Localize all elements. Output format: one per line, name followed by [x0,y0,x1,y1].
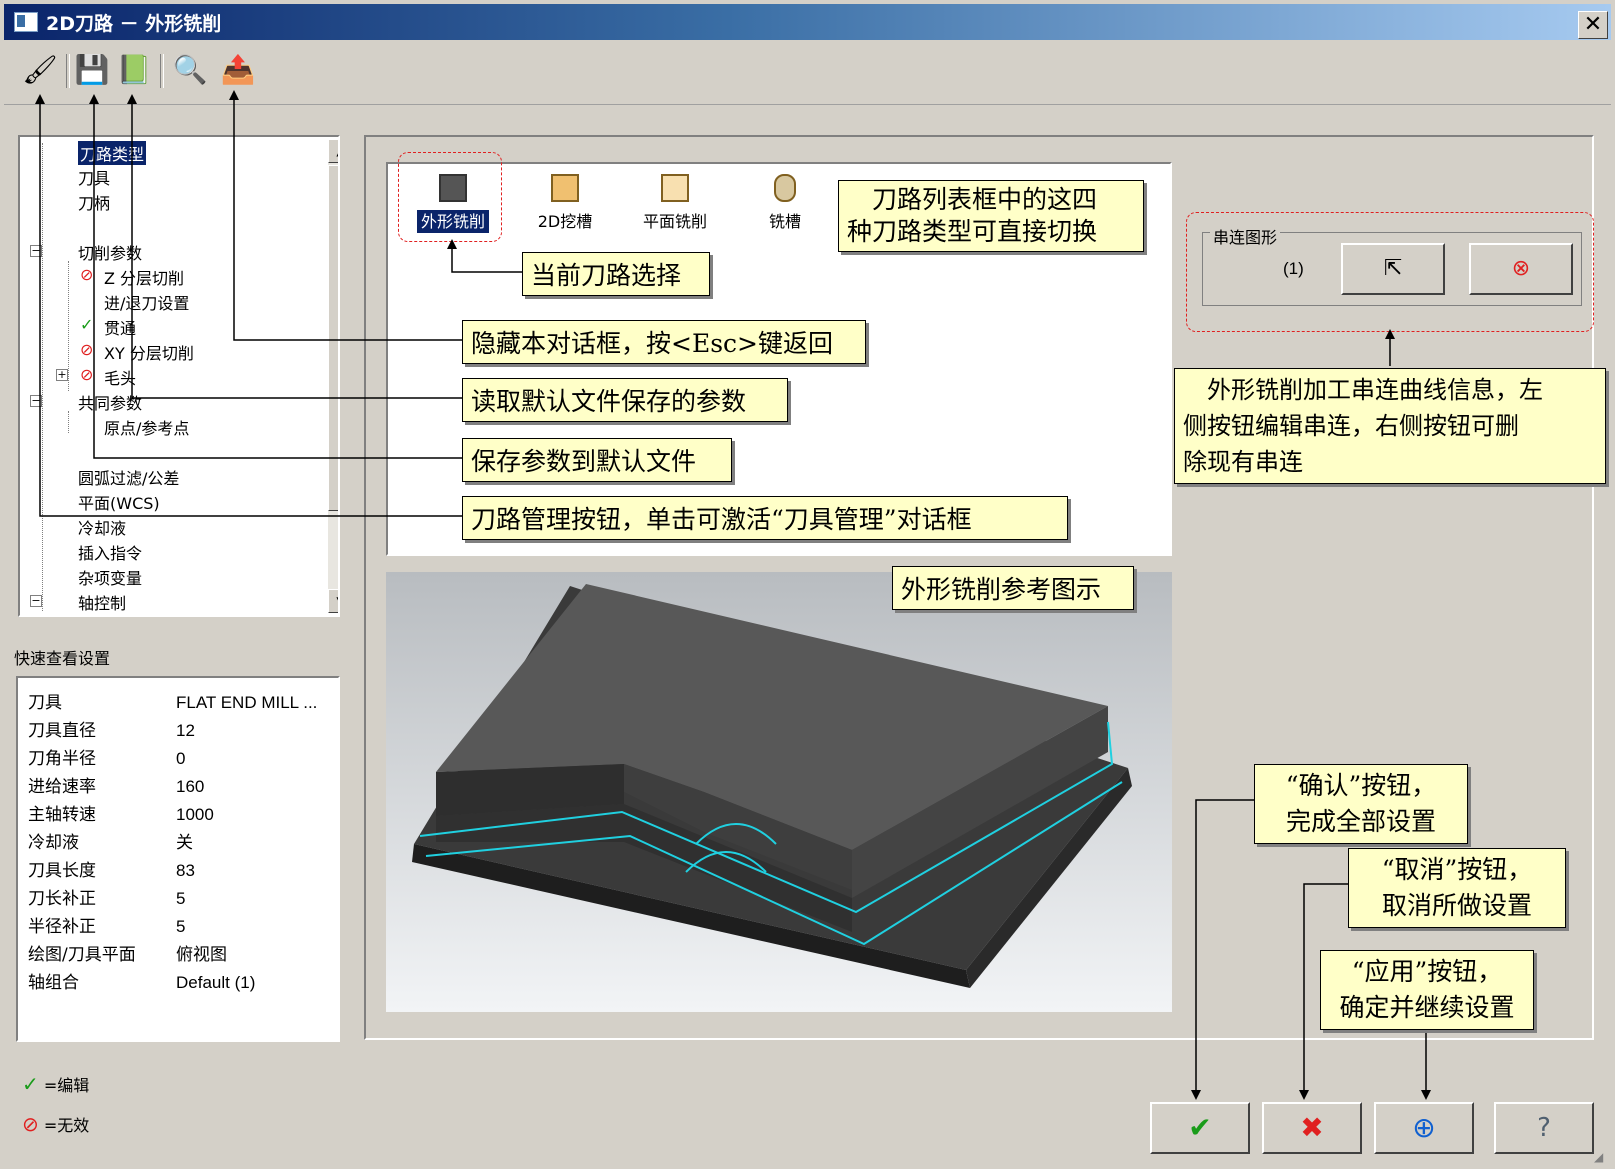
note-line: 确定并继续设置 [1339,993,1515,1022]
note-ok: “确认”按钮， 完成全部设置 [1254,764,1468,844]
note-chain-info: 外形铣削加工串连曲线信息，左 侧按钮编辑串连，右侧按钮可删 除现有串连 [1174,368,1606,484]
note-apply: “应用”按钮， 确定并继续设置 [1320,950,1534,1030]
note-save-default: 保存参数到默认文件 [462,438,732,482]
note-line: 外形铣削加工串连曲线信息，左 [1207,376,1543,404]
note-switch-types: 刀路列表框中的这四 种刀路类型可直接切换 [838,180,1144,252]
note-line: “取消”按钮， [1381,855,1533,884]
resize-grip[interactable]: ◢ [1594,1150,1610,1166]
note-cancel: “取消”按钮， 取消所做设置 [1348,848,1566,928]
note-line: “确认”按钮， [1285,771,1437,800]
note-line: 除现有串连 [1183,448,1303,476]
note-hide-dialog: 隐藏本对话框，按<Esc>键返回 [462,320,866,364]
note-line: “应用”按钮， [1351,957,1503,986]
note-current-path: 当前刀路选择 [522,252,710,296]
note-line: 完成全部设置 [1285,807,1436,836]
note-tool-manager: 刀路管理按钮，单击可激活“刀具管理”对话框 [462,496,1068,540]
note-line: 种刀路类型可直接切换 [847,217,1098,246]
note-line: 侧按钮编辑串连，右侧按钮可删 [1183,412,1519,440]
note-line: 刀路列表框中的这四 [872,185,1098,214]
note-read-default: 读取默认文件保存的参数 [462,378,788,422]
note-preview-ref: 外形铣削参考图示 [892,566,1134,610]
note-line: 取消所做设置 [1381,891,1532,920]
